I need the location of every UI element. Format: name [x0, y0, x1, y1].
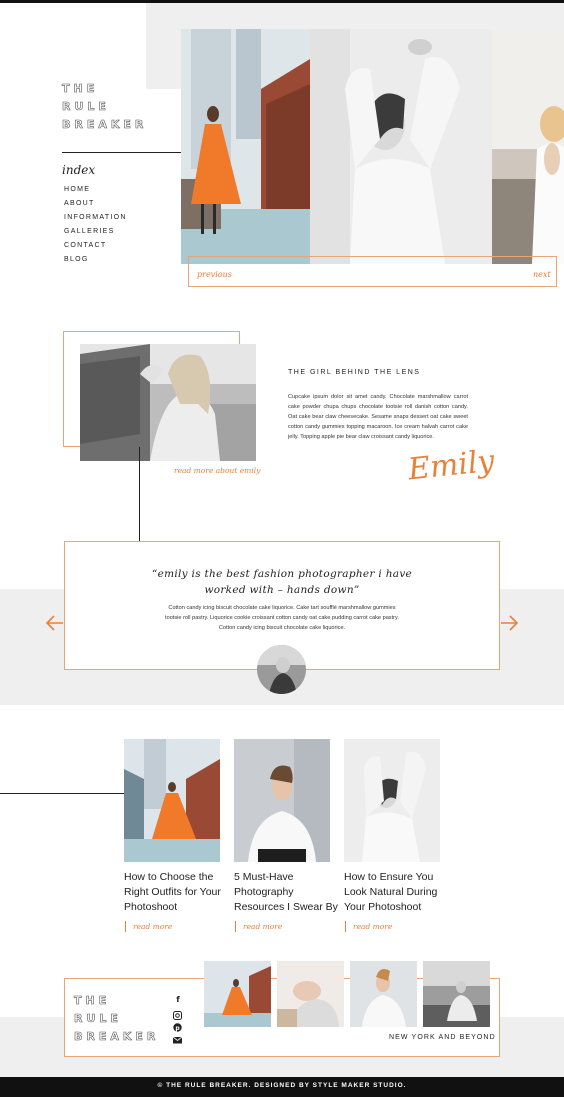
- nav-item-about[interactable]: ABOUT: [64, 197, 127, 211]
- nav-divider: [62, 152, 182, 153]
- nav-item-contact[interactable]: CONTACT: [64, 239, 127, 253]
- social-icons: f p: [172, 995, 183, 1044]
- instagram-icon[interactable]: [173, 1007, 183, 1020]
- nav-heading: index: [62, 163, 96, 177]
- hero-photo-beach: [492, 29, 564, 264]
- testimonial-quote-line-1: “emily is the best fashion photographer …: [151, 568, 413, 580]
- footer-gallery-photo-2[interactable]: [277, 961, 344, 1027]
- post-1-title-line-3: Photoshoot: [124, 901, 178, 913]
- testimonial-body: Cotton candy icing biscuit chocolate cak…: [64, 603, 500, 633]
- nav-item-galleries[interactable]: GALLERIES: [64, 225, 127, 239]
- testimonial-quote: “emily is the best fashion photographer …: [64, 566, 500, 598]
- post-2-read-more[interactable]: read more: [235, 921, 282, 932]
- facebook-icon[interactable]: f: [173, 995, 183, 1007]
- testimonial-body-line-1: Cotton candy icing biscuit chocolate cak…: [168, 605, 396, 611]
- footer-logo[interactable]: THE RULE BREAKER: [74, 992, 159, 1046]
- hero-photo-orange-dress: [181, 29, 310, 264]
- logo-line-2: RULE: [62, 100, 110, 114]
- footer-tagline: NEW YORK AND BEYOND: [389, 1034, 496, 1041]
- post-3-image[interactable]: [344, 739, 440, 862]
- logo-line-3: BREAKER: [62, 118, 148, 132]
- blog-connector-line: [0, 793, 124, 794]
- hero-photo-white-sweater: [310, 29, 492, 264]
- slider-controls-frame: [188, 256, 557, 287]
- post-2-title-line-1: 5 Must-Have: [234, 871, 294, 883]
- logo-line-1: THE: [62, 82, 99, 96]
- nav-item-information[interactable]: INFORMATION: [64, 211, 127, 225]
- post-1-title[interactable]: How to Choose the Right Outfits for Your…: [124, 870, 229, 915]
- about-photo: [80, 344, 256, 461]
- post-2-title-line-3: Resources I Swear By: [234, 901, 338, 913]
- post-2-title[interactable]: 5 Must-Have Photography Resources I Swea…: [234, 870, 339, 915]
- testimonial-avatar: [257, 645, 306, 694]
- testimonial-body-line-2: tootsie roll pastry. Liquorice cookie cr…: [165, 615, 399, 621]
- testimonial-body-line-3: Cotton candy icing biscuit chocolate cak…: [218, 625, 346, 631]
- about-read-more-link[interactable]: read more about emily: [174, 466, 260, 475]
- post-3-title-line-1: How to Ensure You: [344, 871, 434, 883]
- post-3-title-line-3: Your Photoshoot: [344, 901, 422, 913]
- pinterest-icon[interactable]: p: [173, 1019, 183, 1032]
- post-1-image[interactable]: [124, 739, 220, 862]
- footer-logo-line-2: RULE: [74, 1012, 122, 1026]
- post-2-image[interactable]: [234, 739, 330, 862]
- email-icon[interactable]: [172, 1031, 183, 1044]
- about-body: Cupcake ipsum dolor sit amet candy. Choc…: [288, 394, 468, 440]
- previous-link[interactable]: previous: [197, 270, 232, 279]
- connector-line: [139, 447, 140, 542]
- post-3-title[interactable]: How to Ensure You Look Natural During Yo…: [344, 870, 449, 915]
- testimonial-next-arrow-icon[interactable]: [499, 613, 519, 633]
- footer-logo-line-1: THE: [74, 994, 111, 1008]
- footer-gallery-photo-1[interactable]: [204, 961, 271, 1027]
- post-1-title-line-2: Right Outfits for Your: [124, 886, 221, 898]
- footer-logo-line-3: BREAKER: [74, 1030, 160, 1044]
- footer-gallery-photo-3[interactable]: [350, 961, 417, 1027]
- site-logo[interactable]: THE RULE BREAKER: [62, 80, 147, 134]
- post-1-read-more[interactable]: read more: [125, 921, 172, 932]
- about-heading: THE GIRL BEHIND THE LENS: [288, 369, 421, 376]
- testimonial-quote-line-2: worked with – hands down”: [204, 584, 360, 596]
- testimonial-prev-arrow-icon[interactable]: [45, 613, 65, 633]
- post-3-read-more[interactable]: read more: [345, 921, 392, 932]
- signature: Emily: [406, 443, 497, 488]
- post-3-title-line-2: Look Natural During: [344, 886, 438, 898]
- main-nav: HOME ABOUT INFORMATION GALLERIES CONTACT…: [64, 183, 127, 267]
- nav-item-blog[interactable]: BLOG: [64, 253, 127, 267]
- footer-gallery-photo-4[interactable]: [423, 961, 490, 1027]
- post-1-title-line-1: How to Choose the: [124, 871, 214, 883]
- nav-item-home[interactable]: HOME: [64, 183, 127, 197]
- post-2-title-line-2: Photography: [234, 886, 294, 898]
- copyright-text: © THE RULE BREAKER. DESIGNED BY STYLE MA…: [157, 1082, 407, 1089]
- next-link[interactable]: next: [533, 270, 551, 279]
